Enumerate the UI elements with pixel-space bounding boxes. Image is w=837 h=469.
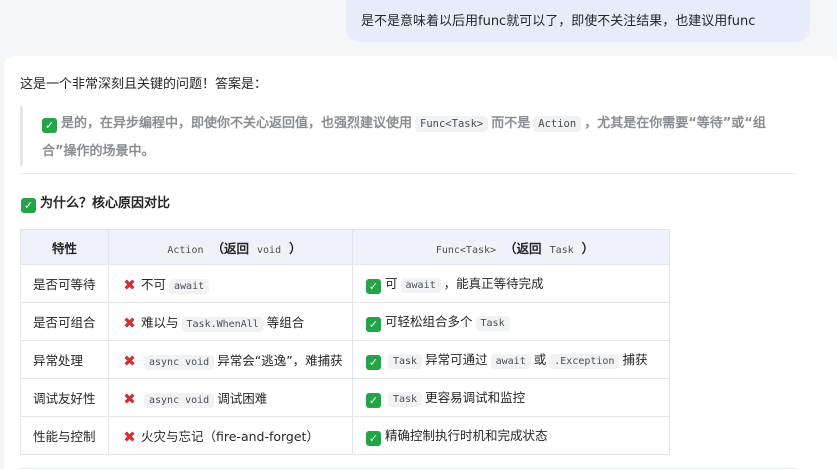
func-cell: ✓ Task 更容易调试和监控 <box>352 378 670 417</box>
feature-cell: 是否可组合 <box>20 302 109 341</box>
header-action: Action （返回 void） <box>108 229 353 265</box>
table-header-row: 特性 Action （返回 void） Func<Task> （返回 Task） <box>20 229 670 265</box>
table-row: 调试友好性 ✖ async void 调试困难 ✓ Task 更容易调试和监控 <box>20 378 670 417</box>
header-feature-text: 特性 <box>51 240 77 256</box>
cell-text: 或 <box>533 352 547 367</box>
answer-intro: 这是一个非常深刻且关键的问题！答案是： <box>20 77 268 92</box>
inline-code: await <box>490 354 531 369</box>
cell-text: ，能真正等待完成 <box>443 276 544 291</box>
func-cell: ✓ 精确控制执行时机和完成状态 <box>352 416 670 455</box>
inline-code: void <box>252 242 287 258</box>
table-row: 异常处理 ✖ async void 异常会“逃逸”，难捕获 ✓ Task 异常可通过 aw… <box>20 340 670 379</box>
cell-text: 异常会“逃逸”，难捕获 <box>217 353 343 368</box>
table-row: 性能与控制 ✖ 火灾与忘记（fire-and-forget） ✓ 精确控制执行时机和… <box>20 416 670 455</box>
action-cell: ✖ async void 异常会“逃逸”，难捕获 <box>108 340 353 379</box>
check-mark-icon: ✓ <box>366 431 381 446</box>
cell-text: 调试困难 <box>217 391 268 406</box>
cell-text: 精确控制执行时机和完成状态 <box>385 428 548 443</box>
section-heading-text: 为什么？核心原因对比 <box>40 196 171 211</box>
header-text: （返回 <box>211 240 250 256</box>
action-cell: ✖ async void 调试困难 <box>108 378 353 417</box>
header-text: ） <box>289 240 302 256</box>
cross-mark-icon: ✖ <box>123 314 136 332</box>
table-row: 是否可组合 ✖ 难以与 Task.WhenAll 等组合 ✓ 可轻松组合多个 Task <box>20 302 670 341</box>
inline-code-func-task: Func<Task> <box>415 116 489 132</box>
inline-code: Task <box>388 354 423 369</box>
cell-text: 捕获 <box>622 352 648 367</box>
assistant-answer-card: 这是一个非常深刻且关键的问题！答案是： ✓ 是的，在异步编程中，即使你不关心返回值… <box>4 56 837 469</box>
check-mark-icon: ✓ <box>366 393 381 408</box>
action-cell: ✖ 不可 await <box>108 264 353 303</box>
inline-code: async void <box>144 355 215 370</box>
feature-cell: 调试友好性 <box>20 378 109 417</box>
cell-text: 更容易调试和监控 <box>425 390 526 405</box>
comparison-table: 特性 Action （返回 void） Func<Task> （返回 Task） 是否可… <box>20 229 670 455</box>
check-mark-icon: ✓ <box>366 279 381 294</box>
action-cell: ✖ 难以与 Task.WhenAll 等组合 <box>108 302 353 341</box>
header-feature: 特性 <box>20 229 109 265</box>
cell-text: 不可 <box>141 277 167 292</box>
table-row: 是否可等待 ✖ 不可 await ✓ 可 await ，能真正等待完成 <box>20 264 670 303</box>
inline-code: Task <box>388 392 423 407</box>
feature-cell: 性能与控制 <box>20 416 109 455</box>
header-text: ） <box>581 240 595 256</box>
quote-text-2: 而不是 <box>491 116 531 131</box>
func-cell: ✓ 可 await ，能真正等待完成 <box>352 264 670 303</box>
user-message-text: 是不是意味着以后用func就可以了，即使不关注结果，也建议用func <box>361 14 756 29</box>
check-mark-icon: ✓ <box>21 198 36 213</box>
user-message-bubble: 是不是意味着以后用func就可以了，即使不关注结果，也建议用func <box>346 0 810 42</box>
func-cell: ✓ Task 异常可通过 await 或 .Exception 捕获 <box>352 340 670 379</box>
func-cell: ✓ 可轻松组合多个 Task <box>352 302 670 341</box>
action-cell: ✖ 火灾与忘记（fire-and-forget） <box>108 416 353 455</box>
cross-mark-icon: ✖ <box>123 390 136 408</box>
cell-text: 难以与 <box>141 315 179 330</box>
cell-text: 火灾与忘记（fire-and-forget） <box>141 429 319 444</box>
section-heading: ✓ 为什么？核心原因对比 <box>21 192 170 213</box>
check-mark-icon: ✓ <box>366 355 381 370</box>
feature-cell: 异常处理 <box>20 340 109 379</box>
answer-blockquote: ✓ 是的，在异步编程中，即使你不关心返回值，也强烈建议使用 Func<Task> 而不… <box>20 106 795 166</box>
inline-code: await <box>169 279 210 294</box>
inline-code: Task <box>475 316 510 331</box>
inline-code-action: Action <box>533 116 582 132</box>
cross-mark-icon: ✖ <box>123 352 136 370</box>
inline-code: await <box>400 278 441 293</box>
cross-mark-icon: ✖ <box>123 428 136 446</box>
header-text: （返回 <box>504 240 542 256</box>
inline-code: Func<Task> <box>430 242 502 258</box>
inline-code: Action <box>162 242 209 258</box>
cross-mark-icon: ✖ <box>123 276 136 294</box>
cell-text: 异常可通过 <box>425 352 488 367</box>
inline-code: .Exception <box>549 354 620 369</box>
check-mark-icon: ✓ <box>366 317 381 332</box>
feature-cell: 是否可等待 <box>20 264 109 303</box>
cell-text: 可轻松组合多个 <box>385 314 473 329</box>
cell-text: 等组合 <box>266 315 305 330</box>
check-mark-icon: ✓ <box>42 118 57 133</box>
quote-text-1: 是的，在异步编程中，即使你不关心返回值，也强烈建议使用 <box>61 116 413 131</box>
inline-code: async void <box>144 393 215 408</box>
inline-code: Task.WhenAll <box>181 317 264 332</box>
inline-code: Task <box>544 242 579 258</box>
header-func-task: Func<Task> （返回 Task） <box>352 229 670 265</box>
cell-text: 可 <box>385 276 398 291</box>
section-divider <box>20 173 796 174</box>
